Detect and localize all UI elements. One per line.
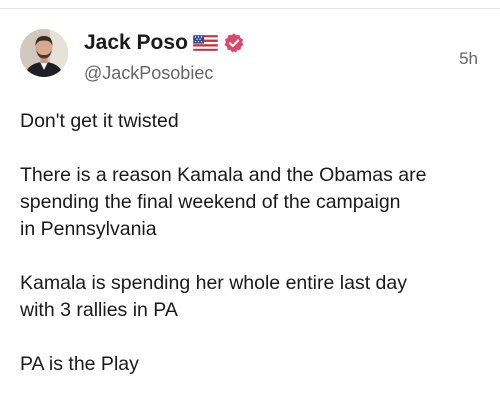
author-handle[interactable]: @JackPosobiec <box>84 62 213 84</box>
post-paragraph: There is a reason Kamala and the Obamas … <box>20 164 427 240</box>
post-paragraph: Don't get it twisted <box>20 110 179 132</box>
author-display-name[interactable]: Jack Poso <box>84 30 188 56</box>
author-name-row: Jack Poso <box>84 30 245 56</box>
post-body: Don't get it twisted There is a reason K… <box>20 108 482 378</box>
avatar[interactable] <box>20 29 68 77</box>
verified-badge-icon <box>224 33 244 53</box>
post-paragraph: Kamala is spending her whole entire last… <box>20 272 407 321</box>
divider <box>0 8 500 9</box>
us-flag-icon <box>192 35 218 51</box>
post-timestamp[interactable]: 5h <box>459 48 478 70</box>
post-card: Jack Poso @JackPosobiec 5h Don't get it … <box>0 0 500 405</box>
post-paragraph: PA is the Play <box>20 353 139 375</box>
avatar-image <box>20 29 68 77</box>
